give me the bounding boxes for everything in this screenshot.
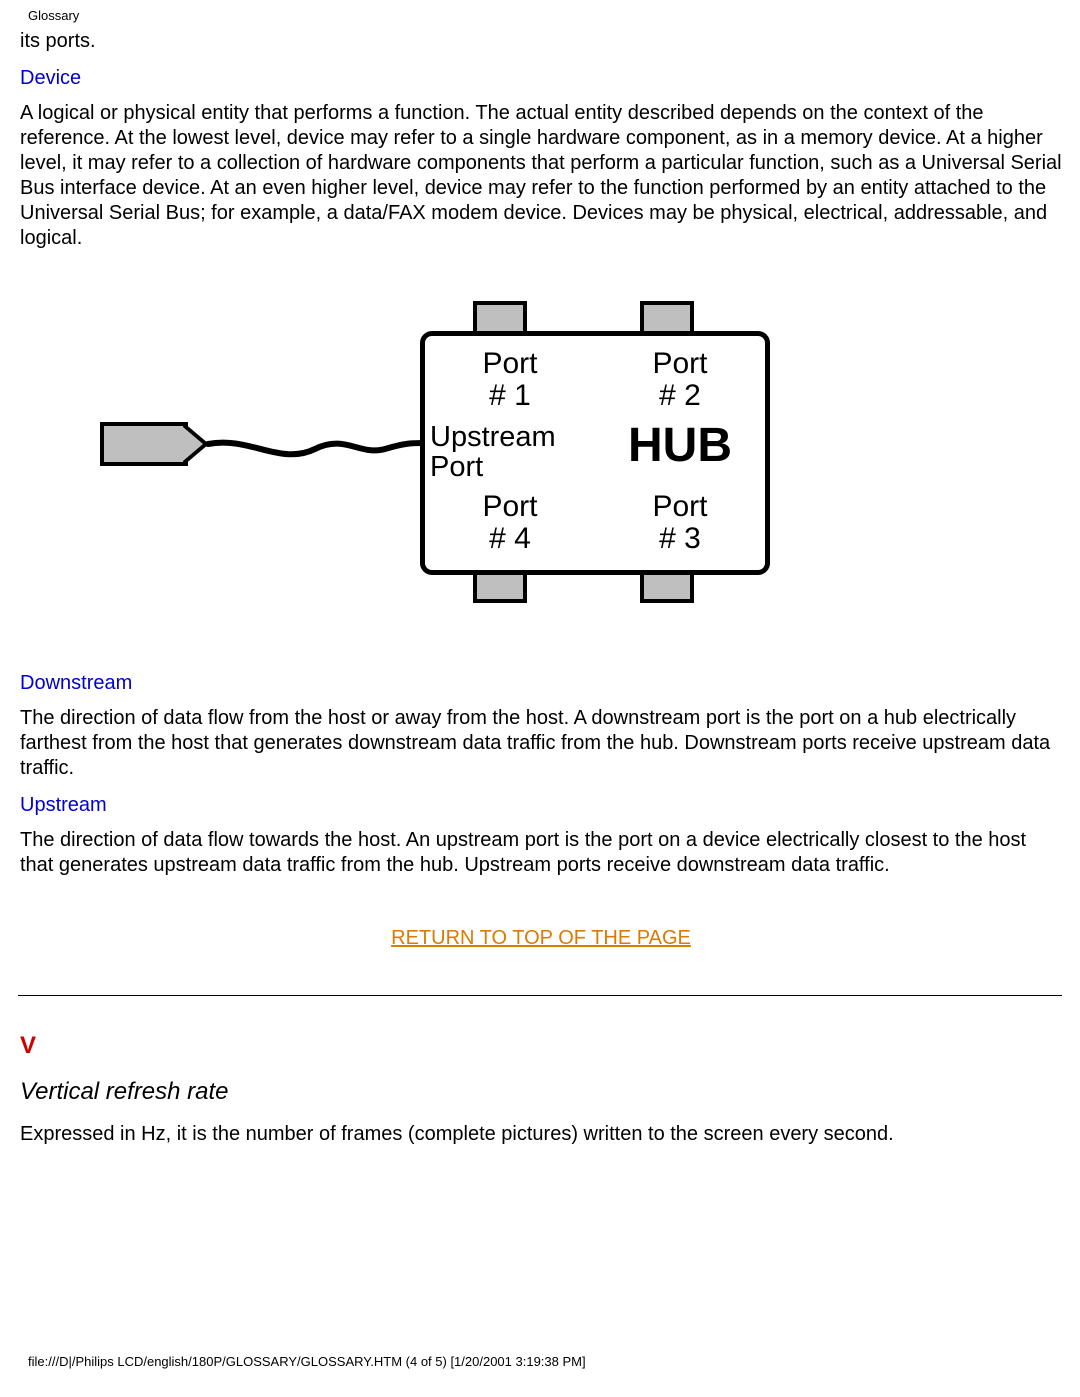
term-device-text: A logical or physical entity that perfor… [20,101,1062,251]
port2-label: Port# 2 [620,348,740,411]
footer-path: file:///D|/Philips LCD/english/180P/GLOS… [28,1354,586,1369]
hub-body: Port# 1 Port# 2 UpstreamPort HUB Port# 4… [420,331,770,575]
port4-label: Port# 4 [450,491,570,554]
hub-label: HUB [595,416,765,476]
port3-label: Port# 3 [620,491,740,554]
term-downstream-text: The direction of data flow from the host… [20,706,1062,781]
section-letter-v: V [20,1032,1080,1060]
page-header-title: Glossary [28,8,1080,23]
upstream-port-label: UpstreamPort [430,422,590,483]
hub-diagram: Port# 1 Port# 2 UpstreamPort HUB Port# 4… [20,291,1062,611]
term-device-link[interactable]: Device [20,66,1062,91]
term-downstream-link[interactable]: Downstream [20,671,1062,696]
return-to-top-link[interactable]: RETURN TO TOP OF THE PAGE [20,926,1062,951]
term-vertical-refresh-rate: Vertical refresh rate [20,1078,1080,1106]
term-vertical-refresh-rate-text: Expressed in Hz, it is the number of fra… [20,1122,1062,1147]
prev-paragraph-tail: its ports. [20,29,1062,54]
term-upstream-link[interactable]: Upstream [20,793,1062,818]
port1-label: Port# 1 [450,348,570,411]
section-divider [18,995,1062,996]
term-upstream-text: The direction of data flow towards the h… [20,828,1062,878]
